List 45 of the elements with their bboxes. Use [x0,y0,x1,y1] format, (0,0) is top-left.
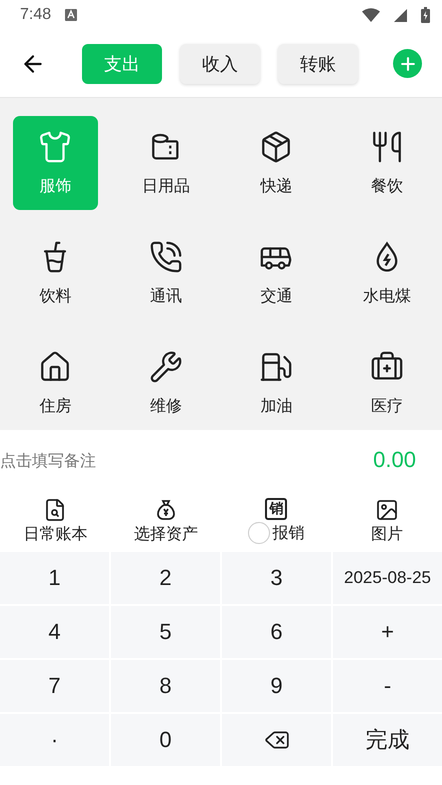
keypad-key[interactable]: - [333,660,442,712]
tab[interactable]: 收入 [180,44,260,84]
keypad-key[interactable]: 8 [111,660,220,712]
category-item[interactable]: 维修 [123,336,208,430]
wifi-icon [362,8,380,22]
tool-item[interactable]: 日常账本 [0,490,110,552]
status-time: 7:48 [20,6,52,24]
category-item[interactable]: 医疗 [344,336,430,430]
keypad-key[interactable]: + [333,606,442,658]
category-item[interactable]: 水电煤 [344,226,430,320]
tool-item[interactable]: 销 报销 [221,490,332,552]
keypad-key[interactable]: 1 [0,552,109,604]
category-item[interactable]: 快递 [234,116,319,210]
backspace-key[interactable] [222,714,331,766]
keypad-key[interactable]: 5 [111,606,220,658]
category-item[interactable]: 加油 [234,336,319,430]
category-item[interactable]: 日用品 [123,116,208,210]
wrench-icon [148,350,183,384]
date-key[interactable]: 2025-08-25 [333,552,442,604]
category-item[interactable]: 住房 [12,336,98,430]
keypad-key[interactable]: 7 [0,660,109,712]
keypad-key[interactable]: 0 [111,714,220,766]
keypad-key[interactable]: 6 [222,606,331,658]
done-key[interactable]: 完成 [333,714,442,766]
amount-display: 0.00 [373,447,416,473]
tool-item[interactable]: 选择资产 [110,490,221,552]
tab[interactable]: 转账 [278,44,358,84]
radio-button[interactable] [248,522,270,544]
tool-item[interactable]: 图片 [332,490,442,552]
category-item[interactable]: 通讯 [123,226,208,320]
keypad-key[interactable]: · [0,714,109,766]
category-item[interactable]: 交通 [234,226,319,320]
category-item[interactable]: 餐饮 [344,116,430,210]
category-item[interactable]: 饮料 [12,226,98,320]
image-icon [374,498,399,522]
signal-icon [394,8,407,22]
keypad-key[interactable]: 9 [222,660,331,712]
shirt-icon [38,130,72,164]
keypad-key[interactable]: 2 [111,552,220,604]
reimburse-icon: 销 [265,498,288,520]
phone-icon [148,240,183,274]
battery-icon [421,7,430,23]
notification-icon [65,9,78,21]
keypad-key[interactable]: 4 [0,606,109,658]
keypad-key[interactable]: 3 [222,552,331,604]
